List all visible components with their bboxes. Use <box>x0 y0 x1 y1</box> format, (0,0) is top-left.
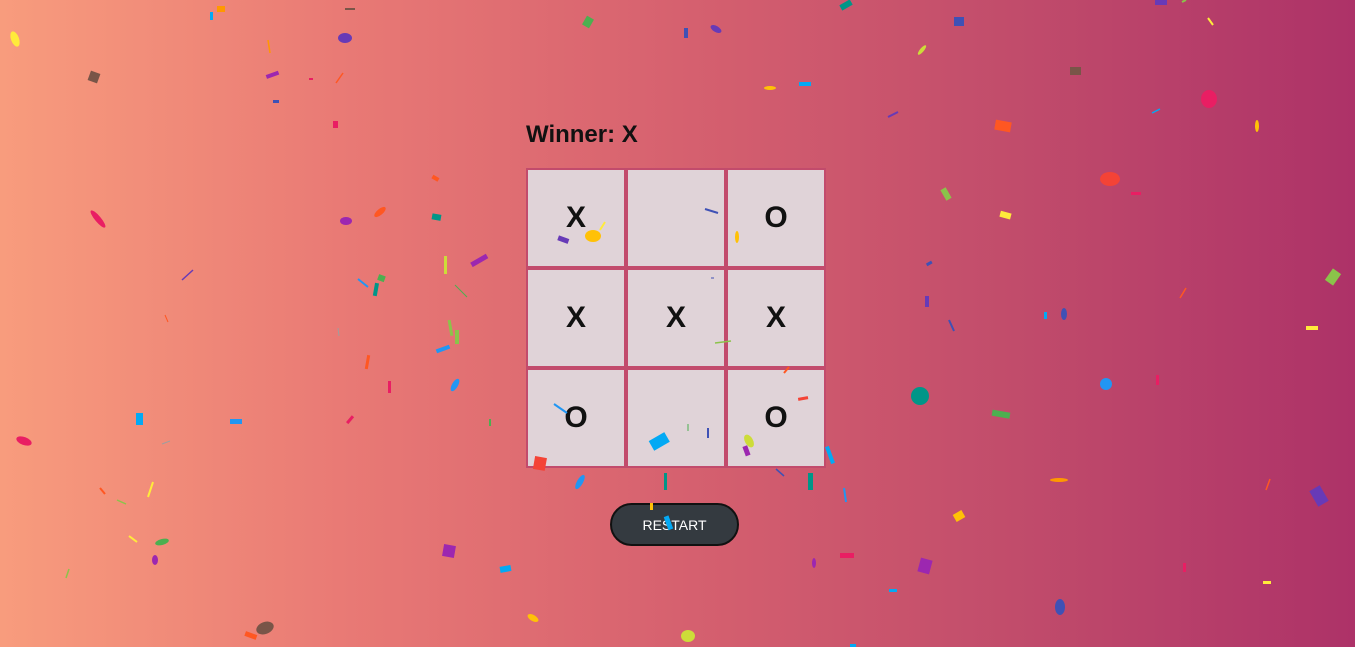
cell-2-0[interactable]: O <box>528 370 624 466</box>
cell-0-2[interactable]: O <box>728 170 824 266</box>
cell-1-0[interactable]: X <box>528 270 624 366</box>
game-board: X O X X X O O <box>526 168 826 468</box>
cell-1-1[interactable]: X <box>628 270 724 366</box>
cell-0-0[interactable]: X <box>528 170 624 266</box>
cell-2-2[interactable]: O <box>728 370 824 466</box>
cell-1-2[interactable]: X <box>728 270 824 366</box>
cell-0-1[interactable] <box>628 170 724 266</box>
restart-button[interactable]: RESTART <box>610 503 739 546</box>
cell-2-1[interactable] <box>628 370 724 466</box>
status-text: Winner: X <box>526 121 638 148</box>
